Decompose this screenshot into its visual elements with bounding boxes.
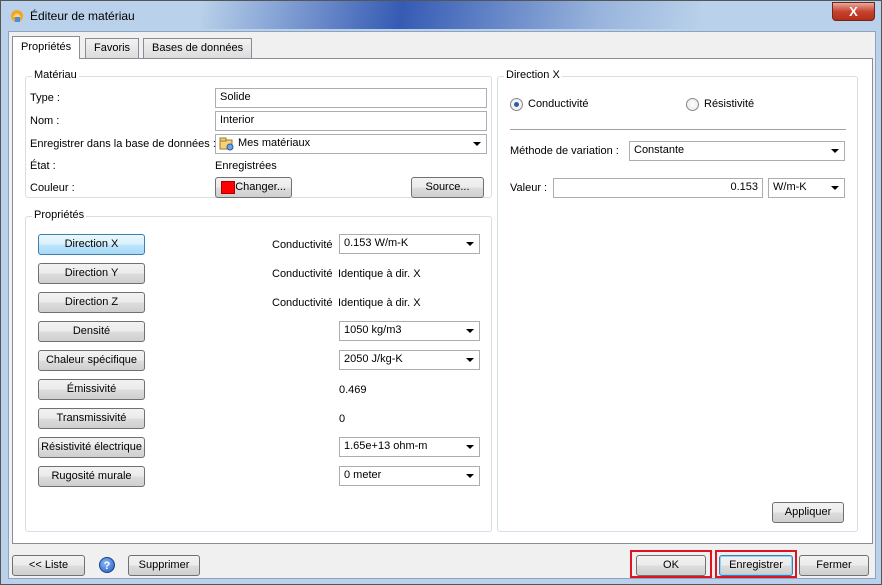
electrical-resistivity-select[interactable]: 1.65e+13 ohm-m bbox=[339, 437, 480, 457]
tab-proprietes[interactable]: Propriétés bbox=[12, 36, 81, 59]
specific-heat-value: 2050 J/kg-K bbox=[344, 353, 403, 365]
variation-method-value: Constante bbox=[634, 144, 685, 156]
direction-x-conductivity-label: Conductivité bbox=[272, 239, 333, 251]
density-button[interactable]: Densité bbox=[38, 321, 145, 342]
variation-method-label: Méthode de variation : bbox=[510, 145, 619, 157]
properties-group: Propriétés Direction X Conductivité 0.15… bbox=[25, 209, 492, 532]
chevron-down-icon bbox=[473, 142, 481, 146]
transmissivity-button[interactable]: Transmissivité bbox=[38, 408, 145, 429]
name-label: Nom : bbox=[30, 115, 60, 127]
variation-method-select[interactable]: Constante bbox=[629, 141, 845, 161]
color-label: Couleur : bbox=[30, 182, 75, 194]
material-group-title: Matériau bbox=[32, 69, 79, 81]
chevron-down-icon bbox=[831, 149, 839, 153]
ok-button[interactable]: OK bbox=[636, 555, 706, 576]
chevron-down-icon bbox=[466, 474, 474, 478]
direction-x-button[interactable]: Direction X bbox=[38, 234, 145, 255]
tab-bases-de-donnees[interactable]: Bases de données bbox=[143, 38, 253, 58]
state-value: Enregistrées bbox=[215, 160, 277, 172]
material-editor-window: Éditeur de matériau X Propriétés Favoris… bbox=[0, 0, 882, 585]
delete-button[interactable]: Supprimer bbox=[128, 555, 200, 576]
transmissivity-value: 0 bbox=[339, 413, 346, 425]
chevron-down-icon bbox=[466, 329, 474, 333]
tab-favoris[interactable]: Favoris bbox=[85, 38, 140, 58]
title-bar[interactable]: Éditeur de matériau X bbox=[1, 1, 881, 31]
close-button[interactable]: Fermer bbox=[799, 555, 869, 576]
conductivity-radio-label[interactable]: Conductivité bbox=[528, 98, 589, 110]
save-db-value: Mes matériaux bbox=[238, 137, 311, 149]
chevron-down-icon bbox=[466, 445, 474, 449]
wall-roughness-select[interactable]: 0 meter bbox=[339, 466, 480, 486]
material-group: Matériau Type : Solide Nom : Interior En… bbox=[25, 69, 492, 198]
direction-x-conductivity-value: 0.153 W/m-K bbox=[344, 237, 409, 249]
unit-value: W/m-K bbox=[773, 181, 807, 193]
color-swatch bbox=[221, 181, 235, 194]
save-button[interactable]: Enregistrer bbox=[719, 555, 793, 576]
electrical-resistivity-value: 1.65e+13 ohm-m bbox=[344, 440, 428, 452]
direction-z-conductivity-value: Identique à dir. X bbox=[338, 297, 421, 309]
density-value: 1050 kg/m3 bbox=[344, 324, 402, 336]
direction-y-conductivity-value: Identique à dir. X bbox=[338, 268, 421, 280]
divider bbox=[510, 129, 846, 130]
emissivity-value: 0.469 bbox=[339, 384, 367, 396]
direction-x-conductivity-select[interactable]: 0.153 W/m-K bbox=[339, 234, 480, 254]
apply-button[interactable]: Appliquer bbox=[772, 502, 844, 523]
window-title: Éditeur de matériau bbox=[30, 9, 135, 23]
dialog-body: Propriétés Favoris Bases de données Maté… bbox=[8, 31, 876, 579]
material-editor-app-icon bbox=[11, 10, 23, 22]
direction-x-group-title: Direction X bbox=[504, 69, 562, 81]
chevron-down-icon bbox=[466, 358, 474, 362]
name-field[interactable]: Interior bbox=[215, 111, 487, 131]
type-field[interactable]: Solide bbox=[215, 88, 487, 108]
value-field[interactable]: 0.153 bbox=[553, 178, 763, 198]
unit-select[interactable]: W/m-K bbox=[768, 178, 845, 198]
close-window-button[interactable]: X bbox=[832, 2, 875, 21]
chevron-down-icon bbox=[466, 242, 474, 246]
direction-z-button[interactable]: Direction Z bbox=[38, 292, 145, 313]
resistivity-radio-label[interactable]: Résistivité bbox=[704, 98, 754, 110]
specific-heat-select[interactable]: 2050 J/kg-K bbox=[339, 350, 480, 370]
help-icon[interactable]: ? bbox=[99, 557, 115, 573]
value-label: Valeur : bbox=[510, 182, 548, 194]
properties-tab-panel: Matériau Type : Solide Nom : Interior En… bbox=[12, 58, 873, 544]
density-select[interactable]: 1050 kg/m3 bbox=[339, 321, 480, 341]
change-color-button[interactable]: Changer... bbox=[215, 177, 292, 198]
change-color-label: Changer... bbox=[235, 181, 286, 193]
save-db-select[interactable]: Mes matériaux bbox=[215, 134, 487, 154]
source-button[interactable]: Source... bbox=[411, 177, 484, 198]
list-button[interactable]: << Liste bbox=[12, 555, 85, 576]
direction-y-button[interactable]: Direction Y bbox=[38, 263, 145, 284]
save-db-label: Enregistrer dans la base de données : bbox=[30, 138, 216, 150]
wall-roughness-value: 0 meter bbox=[344, 469, 382, 481]
direction-y-conductivity-label: Conductivité bbox=[272, 268, 333, 280]
type-label: Type : bbox=[30, 92, 60, 104]
direction-z-conductivity-label: Conductivité bbox=[272, 297, 333, 309]
properties-group-title: Propriétés bbox=[32, 209, 87, 221]
electrical-resistivity-button[interactable]: Résistivité électrique bbox=[38, 437, 145, 458]
wall-roughness-button[interactable]: Rugosité murale bbox=[38, 466, 145, 487]
state-label: État : bbox=[30, 160, 56, 172]
chevron-down-icon bbox=[831, 186, 839, 190]
emissivity-button[interactable]: Émissivité bbox=[38, 379, 145, 400]
specific-heat-button[interactable]: Chaleur spécifique bbox=[38, 350, 145, 371]
direction-x-group: Direction X Conductivité Résistivité Mét… bbox=[497, 69, 858, 532]
conductivity-radio[interactable] bbox=[510, 98, 523, 111]
database-icon bbox=[219, 137, 234, 151]
resistivity-radio[interactable] bbox=[686, 98, 699, 111]
